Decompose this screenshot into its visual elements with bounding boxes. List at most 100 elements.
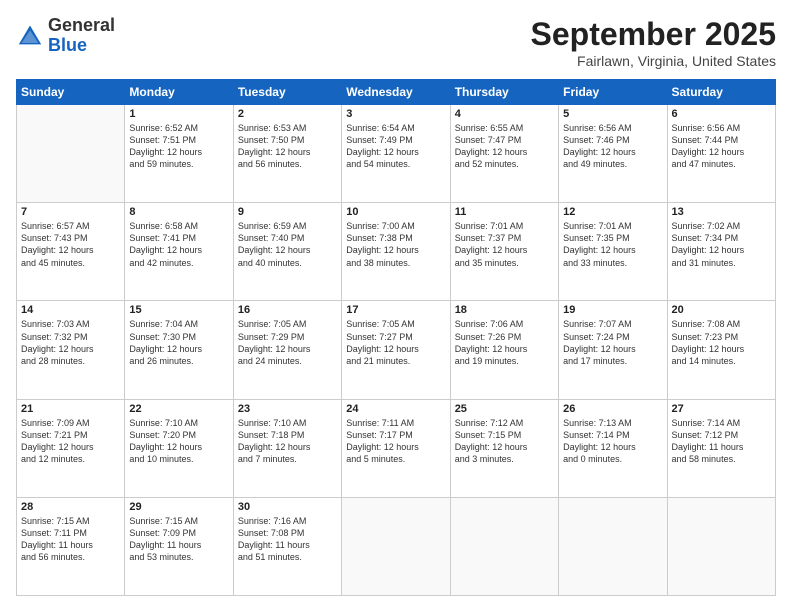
cell-content: Sunrise: 7:10 AM Sunset: 7:18 PM Dayligh…	[238, 417, 337, 466]
day-number: 14	[21, 304, 120, 316]
day-number: 3	[346, 108, 445, 120]
calendar-cell: 8 Sunrise: 6:58 AM Sunset: 7:41 PM Daylig…	[125, 203, 233, 301]
day-number: 2	[238, 108, 337, 120]
cell-content: Sunrise: 7:00 AM Sunset: 7:38 PM Dayligh…	[346, 220, 445, 269]
cell-content: Sunrise: 7:15 AM Sunset: 7:09 PM Dayligh…	[129, 515, 228, 564]
cell-content: Sunrise: 6:53 AM Sunset: 7:50 PM Dayligh…	[238, 122, 337, 171]
cell-content: Sunrise: 7:07 AM Sunset: 7:24 PM Dayligh…	[563, 318, 662, 367]
calendar-cell: 23 Sunrise: 7:10 AM Sunset: 7:18 PM Dayli…	[233, 399, 341, 497]
location: Fairlawn, Virginia, United States	[531, 53, 776, 69]
calendar-day-header: Thursday	[450, 80, 558, 105]
logo-blue: Blue	[48, 35, 87, 55]
day-number: 23	[238, 403, 337, 415]
cell-content: Sunrise: 6:55 AM Sunset: 7:47 PM Dayligh…	[455, 122, 554, 171]
calendar-day-header: Wednesday	[342, 80, 450, 105]
page: General Blue September 2025 Fairlawn, Vi…	[0, 0, 792, 612]
cell-content: Sunrise: 7:08 AM Sunset: 7:23 PM Dayligh…	[672, 318, 771, 367]
cell-content: Sunrise: 7:14 AM Sunset: 7:12 PM Dayligh…	[672, 417, 771, 466]
calendar-cell	[342, 497, 450, 595]
day-number: 13	[672, 206, 771, 218]
day-number: 19	[563, 304, 662, 316]
day-number: 30	[238, 501, 337, 513]
title-block: September 2025 Fairlawn, Virginia, Unite…	[531, 16, 776, 69]
cell-content: Sunrise: 7:13 AM Sunset: 7:14 PM Dayligh…	[563, 417, 662, 466]
header: General Blue September 2025 Fairlawn, Vi…	[16, 16, 776, 69]
calendar-cell: 11 Sunrise: 7:01 AM Sunset: 7:37 PM Dayli…	[450, 203, 558, 301]
cell-content: Sunrise: 6:59 AM Sunset: 7:40 PM Dayligh…	[238, 220, 337, 269]
calendar-table: SundayMondayTuesdayWednesdayThursdayFrid…	[16, 79, 776, 596]
cell-content: Sunrise: 6:56 AM Sunset: 7:44 PM Dayligh…	[672, 122, 771, 171]
calendar-cell: 10 Sunrise: 7:00 AM Sunset: 7:38 PM Dayli…	[342, 203, 450, 301]
calendar-header-row: SundayMondayTuesdayWednesdayThursdayFrid…	[17, 80, 776, 105]
calendar-day-header: Friday	[559, 80, 667, 105]
cell-content: Sunrise: 7:06 AM Sunset: 7:26 PM Dayligh…	[455, 318, 554, 367]
calendar-day-header: Sunday	[17, 80, 125, 105]
calendar-week-row: 21 Sunrise: 7:09 AM Sunset: 7:21 PM Dayli…	[17, 399, 776, 497]
day-number: 8	[129, 206, 228, 218]
cell-content: Sunrise: 7:01 AM Sunset: 7:37 PM Dayligh…	[455, 220, 554, 269]
cell-content: Sunrise: 7:15 AM Sunset: 7:11 PM Dayligh…	[21, 515, 120, 564]
cell-content: Sunrise: 7:01 AM Sunset: 7:35 PM Dayligh…	[563, 220, 662, 269]
calendar-day-header: Monday	[125, 80, 233, 105]
calendar-cell: 9 Sunrise: 6:59 AM Sunset: 7:40 PM Daylig…	[233, 203, 341, 301]
day-number: 9	[238, 206, 337, 218]
day-number: 10	[346, 206, 445, 218]
day-number: 7	[21, 206, 120, 218]
calendar-week-row: 28Sunrise: 7:15 AM Sunset: 7:11 PM Dayli…	[17, 497, 776, 595]
calendar-cell	[559, 497, 667, 595]
calendar-cell: 28Sunrise: 7:15 AM Sunset: 7:11 PM Dayli…	[17, 497, 125, 595]
cell-content: Sunrise: 6:54 AM Sunset: 7:49 PM Dayligh…	[346, 122, 445, 171]
day-number: 18	[455, 304, 554, 316]
calendar-cell: 7 Sunrise: 6:57 AM Sunset: 7:43 PM Daylig…	[17, 203, 125, 301]
calendar-cell: 12 Sunrise: 7:01 AM Sunset: 7:35 PM Dayli…	[559, 203, 667, 301]
calendar-cell: 6 Sunrise: 6:56 AM Sunset: 7:44 PM Daylig…	[667, 105, 775, 203]
calendar-cell: 21 Sunrise: 7:09 AM Sunset: 7:21 PM Dayli…	[17, 399, 125, 497]
logo-text: General Blue	[48, 16, 115, 56]
calendar-cell: 15 Sunrise: 7:04 AM Sunset: 7:30 PM Dayli…	[125, 301, 233, 399]
calendar-cell: 5Sunrise: 6:56 AM Sunset: 7:46 PM Daylig…	[559, 105, 667, 203]
cell-content: Sunrise: 7:09 AM Sunset: 7:21 PM Dayligh…	[21, 417, 120, 466]
calendar-cell: 18 Sunrise: 7:06 AM Sunset: 7:26 PM Dayli…	[450, 301, 558, 399]
cell-content: Sunrise: 7:03 AM Sunset: 7:32 PM Dayligh…	[21, 318, 120, 367]
calendar-cell: 30Sunrise: 7:16 AM Sunset: 7:08 PM Dayli…	[233, 497, 341, 595]
logo-general: General	[48, 15, 115, 35]
cell-content: Sunrise: 7:11 AM Sunset: 7:17 PM Dayligh…	[346, 417, 445, 466]
cell-content: Sunrise: 6:57 AM Sunset: 7:43 PM Dayligh…	[21, 220, 120, 269]
day-number: 6	[672, 108, 771, 120]
calendar-cell: 24Sunrise: 7:11 AM Sunset: 7:17 PM Dayli…	[342, 399, 450, 497]
cell-content: Sunrise: 6:52 AM Sunset: 7:51 PM Dayligh…	[129, 122, 228, 171]
calendar-week-row: 14 Sunrise: 7:03 AM Sunset: 7:32 PM Dayli…	[17, 301, 776, 399]
calendar-day-header: Saturday	[667, 80, 775, 105]
day-number: 25	[455, 403, 554, 415]
calendar-cell: 25 Sunrise: 7:12 AM Sunset: 7:15 PM Dayli…	[450, 399, 558, 497]
calendar-cell: 14 Sunrise: 7:03 AM Sunset: 7:32 PM Dayli…	[17, 301, 125, 399]
calendar-cell: 1Sunrise: 6:52 AM Sunset: 7:51 PM Daylig…	[125, 105, 233, 203]
day-number: 22	[129, 403, 228, 415]
month-title: September 2025	[531, 16, 776, 53]
calendar-cell: 16 Sunrise: 7:05 AM Sunset: 7:29 PM Dayli…	[233, 301, 341, 399]
day-number: 16	[238, 304, 337, 316]
calendar-cell: 26 Sunrise: 7:13 AM Sunset: 7:14 PM Dayli…	[559, 399, 667, 497]
calendar-cell	[450, 497, 558, 595]
calendar-cell	[667, 497, 775, 595]
calendar-cell: 20 Sunrise: 7:08 AM Sunset: 7:23 PM Dayli…	[667, 301, 775, 399]
day-number: 27	[672, 403, 771, 415]
cell-content: Sunrise: 7:04 AM Sunset: 7:30 PM Dayligh…	[129, 318, 228, 367]
cell-content: Sunrise: 7:10 AM Sunset: 7:20 PM Dayligh…	[129, 417, 228, 466]
calendar-week-row: 7 Sunrise: 6:57 AM Sunset: 7:43 PM Daylig…	[17, 203, 776, 301]
logo-icon	[16, 22, 44, 50]
day-number: 12	[563, 206, 662, 218]
cell-content: Sunrise: 7:02 AM Sunset: 7:34 PM Dayligh…	[672, 220, 771, 269]
calendar-cell	[17, 105, 125, 203]
day-number: 26	[563, 403, 662, 415]
cell-content: Sunrise: 6:58 AM Sunset: 7:41 PM Dayligh…	[129, 220, 228, 269]
day-number: 20	[672, 304, 771, 316]
day-number: 15	[129, 304, 228, 316]
cell-content: Sunrise: 7:12 AM Sunset: 7:15 PM Dayligh…	[455, 417, 554, 466]
day-number: 21	[21, 403, 120, 415]
day-number: 11	[455, 206, 554, 218]
day-number: 5	[563, 108, 662, 120]
calendar-day-header: Tuesday	[233, 80, 341, 105]
calendar-cell: 17Sunrise: 7:05 AM Sunset: 7:27 PM Dayli…	[342, 301, 450, 399]
cell-content: Sunrise: 7:05 AM Sunset: 7:29 PM Dayligh…	[238, 318, 337, 367]
